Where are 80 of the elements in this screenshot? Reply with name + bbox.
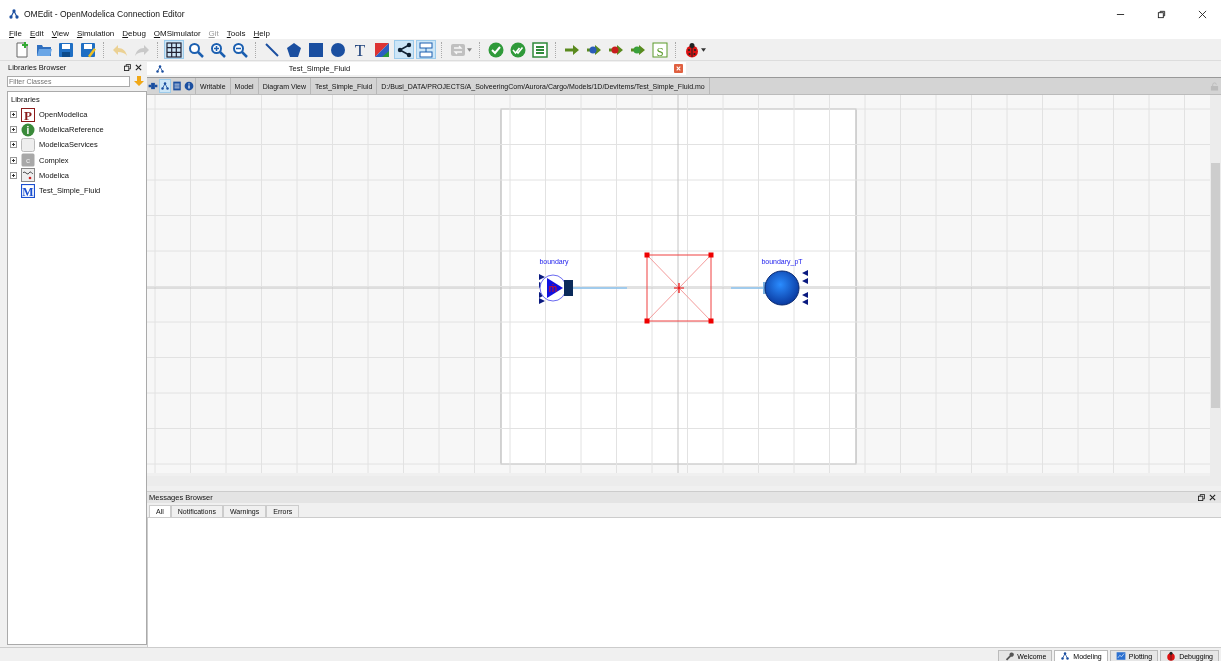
float-icon[interactable]	[1198, 494, 1205, 501]
list-icon	[532, 41, 548, 58]
zoom-in-icon	[210, 41, 226, 58]
diagram-icon	[160, 81, 170, 91]
menu-item[interactable]: Help	[253, 29, 270, 38]
menu-item[interactable]: Simulation	[76, 29, 115, 38]
zoom-in-button[interactable]	[208, 40, 228, 59]
diagram-icon	[155, 63, 165, 74]
save-all-icon	[80, 41, 96, 58]
zoom-out-icon	[232, 41, 248, 58]
document-view-button[interactable]	[171, 79, 183, 93]
menu-item[interactable]: View	[51, 29, 69, 38]
transition-icon	[418, 41, 434, 58]
expand-icon[interactable]	[10, 156, 17, 164]
pressure-source[interactable]	[763, 270, 808, 306]
vertical-scrollbar[interactable]	[1210, 95, 1221, 476]
expand-icon[interactable]	[10, 126, 17, 134]
horizontal-scrollbar[interactable]	[147, 476, 1221, 486]
diagram-icon	[1060, 651, 1071, 661]
save-icon	[58, 41, 74, 58]
ladybug-icon	[684, 41, 700, 58]
menu-item[interactable]: Tools	[226, 29, 246, 38]
info-icon: i	[21, 122, 35, 137]
bitmap-icon	[374, 41, 390, 58]
caret-icon[interactable]	[701, 47, 706, 52]
text-tool-button[interactable]: T	[350, 40, 370, 59]
close-icon[interactable]	[1209, 494, 1216, 501]
zoom-out-button[interactable]	[230, 40, 250, 59]
check-button[interactable]	[486, 40, 506, 59]
modelica-icon	[21, 168, 35, 183]
grid-button[interactable]	[164, 40, 184, 59]
menu-item[interactable]: File	[9, 29, 22, 38]
ladybug-icon	[1166, 651, 1177, 661]
save-all-button[interactable]	[78, 40, 98, 59]
close-icon[interactable]	[135, 64, 142, 71]
circle-icon	[330, 41, 346, 58]
plot-icon	[1115, 651, 1126, 661]
package-icon: P	[21, 107, 35, 122]
window-title: OMEdit - OpenModelica Connection Editor	[24, 9, 185, 19]
app-logo-icon	[8, 8, 20, 20]
rectangle-button[interactable]	[306, 40, 326, 59]
close-icon[interactable]	[1198, 9, 1207, 19]
restore-icon[interactable]	[1157, 9, 1166, 19]
line-icon	[264, 41, 280, 58]
blank-package-icon	[21, 137, 35, 152]
new-file-icon	[14, 41, 30, 58]
diagram-view-button[interactable]	[159, 79, 171, 93]
transition-button[interactable]	[416, 40, 436, 59]
list-button[interactable]	[530, 40, 550, 59]
c-package-icon: c	[21, 153, 35, 168]
menu-item[interactable]: Edit	[29, 29, 44, 38]
save-button[interactable]	[56, 40, 76, 59]
model-icon: M	[21, 183, 35, 198]
connector-icon	[148, 81, 158, 91]
zoom-button[interactable]	[186, 40, 206, 59]
info-view-button[interactable]	[183, 79, 195, 93]
bitmap-button[interactable]	[372, 40, 392, 59]
float-icon[interactable]	[124, 64, 131, 71]
connect-button[interactable]	[394, 40, 414, 59]
swap-icon	[450, 41, 466, 58]
double-check-icon	[510, 41, 526, 58]
grid-icon	[166, 41, 182, 58]
zoom-icon	[188, 41, 204, 58]
s-box-button[interactable]: S	[650, 40, 670, 59]
check-icon	[488, 41, 504, 58]
pentagon-button[interactable]	[284, 40, 304, 59]
rectangle-icon	[308, 41, 324, 58]
menu-item[interactable]: OMSimulator	[153, 29, 201, 38]
connect-icon	[396, 41, 412, 58]
double-check-button[interactable]	[508, 40, 528, 59]
pentagon-icon	[286, 41, 302, 58]
circle-button[interactable]	[328, 40, 348, 59]
info-icon	[184, 81, 194, 91]
expand-icon[interactable]	[10, 141, 17, 149]
wrench-icon	[1004, 651, 1015, 661]
document-icon	[172, 81, 182, 91]
menu-item[interactable]: Debug	[122, 29, 146, 38]
selected-component[interactable]	[644, 252, 714, 324]
expand-icon[interactable]	[10, 111, 17, 119]
expand-icon[interactable]	[10, 171, 17, 179]
